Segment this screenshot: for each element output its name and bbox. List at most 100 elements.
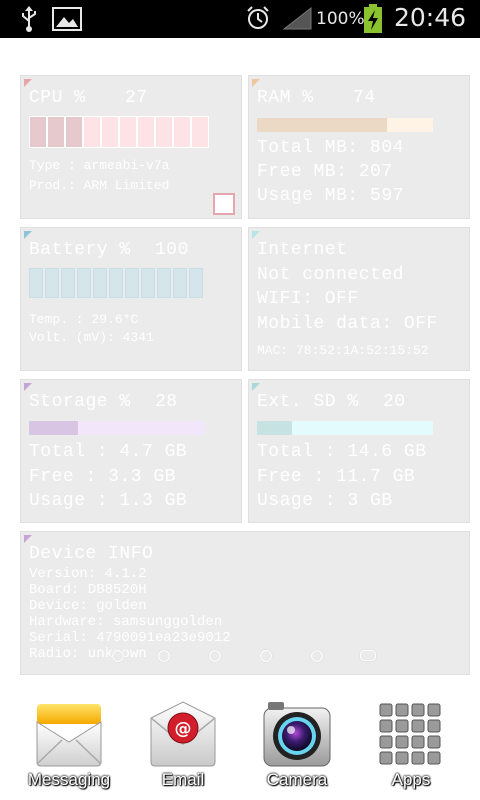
device-serial: Serial: 4790091ea23e9012 — [29, 630, 231, 646]
apps-launcher[interactable]: Apps — [356, 690, 466, 800]
apps-grid-cell — [411, 751, 425, 765]
battery-segment — [141, 268, 155, 298]
internet-status: Not connected — [257, 265, 404, 285]
ext-sd-free: Free : 11.7 GB — [257, 467, 416, 487]
battery-percent: 100% — [316, 9, 365, 29]
apps-grid-cell — [411, 703, 425, 717]
wifi-status: WIFI: OFF — [257, 289, 359, 309]
storage-usage: Usage : 1.3 GB — [29, 491, 188, 511]
apps-grid-cell — [379, 719, 393, 733]
messaging-app[interactable]: Messaging — [14, 690, 124, 800]
cpu-segment — [101, 116, 119, 148]
camera-app[interactable]: Camera — [242, 690, 352, 800]
device-board: Board: DB8520H — [29, 582, 147, 598]
cpu-widget[interactable]: CPU % 27 Type : armeabi-v7a Prod.: ARM L… — [20, 75, 242, 219]
storage-value: 28 — [155, 392, 178, 412]
ram-usage: Usage MB: 597 — [257, 186, 404, 206]
ext-sd-corner-marker — [252, 383, 260, 391]
email-label: Email — [161, 770, 205, 789]
signal-icon — [282, 6, 312, 30]
cpu-corner-marker — [24, 79, 32, 87]
apps-grid-cell — [395, 719, 409, 733]
mobile-data-status: Mobile data: OFF — [257, 314, 438, 334]
battery-segment — [189, 268, 203, 298]
battery-charging-icon — [364, 4, 382, 33]
ext-sd-bar-fill — [257, 421, 293, 435]
ram-value: 74 — [353, 88, 376, 108]
clock: 20:46 — [393, 3, 466, 32]
cpu-title: CPU % — [29, 88, 86, 108]
ram-bar-fill — [257, 118, 388, 132]
battery-value: 100 — [155, 240, 189, 260]
cpu-segment — [29, 116, 47, 148]
cpu-segment — [173, 116, 191, 148]
storage-widget[interactable]: Storage % 28 Total : 4.7 GB Free : 3.3 G… — [20, 379, 242, 523]
page-dot[interactable] — [260, 650, 272, 662]
email-app[interactable]: @ Email — [128, 690, 238, 800]
storage-corner-marker — [24, 383, 32, 391]
apps-grid-cell — [395, 751, 409, 765]
mac-address: MAC: 78:52:1A:52:15:52 — [257, 343, 429, 358]
apps-grid-cell — [427, 703, 441, 717]
storage-title: Storage % — [29, 392, 131, 412]
page-dot[interactable] — [209, 650, 221, 662]
usb-icon — [22, 6, 36, 32]
apps-grid-cell — [427, 719, 441, 733]
battery-widget[interactable]: Battery % 100 Temp. : 29.6*C Volt. (mV):… — [20, 227, 242, 371]
device-version: Version: 4.1.2 — [29, 566, 147, 582]
battery-segment — [77, 268, 91, 298]
page-indicator[interactable] — [0, 650, 480, 662]
ram-corner-marker — [252, 79, 260, 87]
ram-title: RAM % — [257, 88, 314, 108]
battery-temp: Temp. : 29.6*C — [29, 312, 139, 327]
battery-segment — [61, 268, 75, 298]
storage-free: Free : 3.3 GB — [29, 467, 176, 487]
page-dot[interactable] — [158, 650, 170, 662]
battery-volt: Volt. (mV): 4341 — [29, 330, 154, 345]
cpu-segment — [137, 116, 155, 148]
apps-grid-icon — [379, 703, 441, 765]
battery-corner-marker — [24, 231, 32, 239]
ext-sd-total: Total : 14.6 GB — [257, 442, 427, 462]
battery-segment — [45, 268, 59, 298]
messaging-icon — [36, 704, 102, 767]
dock: Messaging @ Email Camera Apps — [0, 690, 480, 800]
page-dot[interactable] — [311, 650, 323, 662]
battery-segment — [109, 268, 123, 298]
status-bar: 100% 20:46 — [0, 0, 480, 38]
ram-total: Total MB: 804 — [257, 138, 404, 158]
apps-grid-cell — [427, 735, 441, 749]
device-name: Device: golden — [29, 598, 147, 614]
battery-segment — [29, 268, 43, 298]
cpu-segment — [191, 116, 209, 148]
apps-grid-cell — [379, 703, 393, 717]
device-corner-marker — [24, 535, 32, 543]
cpu-segment — [155, 116, 173, 148]
page-dot[interactable] — [360, 650, 376, 661]
cpu-settings-box[interactable] — [213, 193, 235, 215]
battery-segment — [157, 268, 171, 298]
cpu-prod: Prod.: ARM Limited — [29, 178, 170, 193]
page-dot[interactable] — [112, 650, 124, 662]
apps-grid-cell — [395, 703, 409, 717]
ram-widget[interactable]: RAM % 74 Total MB: 804 Free MB: 207 Usag… — [248, 75, 470, 219]
messaging-label: Messaging — [27, 770, 111, 789]
apps-grid-cell — [379, 751, 393, 765]
device-info-title: Device INFO — [29, 544, 154, 564]
cpu-value: 27 — [125, 88, 148, 108]
apps-label: Apps — [391, 770, 431, 789]
gallery-icon — [52, 7, 82, 31]
battery-segment — [173, 268, 187, 298]
internet-widget[interactable]: Internet Not connected WIFI: OFF Mobile … — [248, 227, 470, 371]
apps-grid-cell — [395, 735, 409, 749]
storage-bar-fill — [29, 421, 79, 435]
svg-text:@: @ — [175, 719, 192, 739]
alarm-icon — [247, 6, 269, 29]
ram-free: Free MB: 207 — [257, 162, 393, 182]
camera-label: Camera — [266, 770, 328, 789]
email-icon: @ — [150, 701, 216, 767]
cpu-segment — [83, 116, 101, 148]
internet-corner-marker — [252, 231, 260, 239]
ext-sd-widget[interactable]: Ext. SD % 20 Total : 14.6 GB Free : 11.7… — [248, 379, 470, 523]
device-hardware: Hardware: samsunggolden — [29, 614, 223, 630]
